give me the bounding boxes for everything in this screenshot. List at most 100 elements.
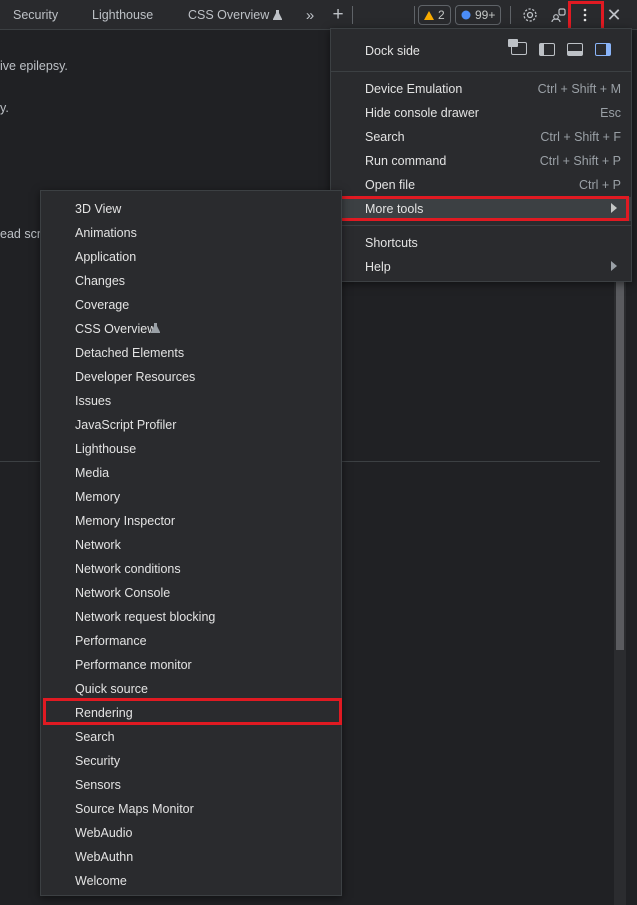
tab-lighthouse[interactable]: Lighthouse (92, 8, 153, 22)
gear-icon[interactable] (520, 5, 540, 25)
menu-separator (331, 225, 631, 226)
submenu-item-label: Memory (75, 490, 121, 504)
menu-item-label: Device Emulation (365, 82, 463, 96)
menu-item-shortcuts[interactable]: Shortcuts (331, 231, 631, 255)
submenu-item-quick-source[interactable]: Quick source (41, 677, 341, 701)
people-icon[interactable] (548, 5, 568, 25)
submenu-item-label: Network request blocking (75, 610, 216, 624)
menu-item-shortcut: Ctrl + Shift + M (537, 82, 621, 96)
issues-badge[interactable]: 99+ (455, 5, 502, 25)
submenu-item-webauthn[interactable]: WebAuthn (41, 845, 341, 869)
submenu-item-rendering[interactable]: Rendering (41, 701, 341, 725)
divider (510, 6, 511, 24)
submenu-item-memory[interactable]: Memory (41, 485, 341, 509)
warning-icon (424, 10, 434, 20)
background-text: y. (0, 101, 9, 115)
menu-item-device-emulation[interactable]: Device Emulation Ctrl + Shift + M (331, 77, 631, 101)
warnings-count: 2 (438, 8, 445, 22)
submenu-item-detached-elements[interactable]: Detached Elements (41, 341, 341, 365)
menu-item-label: Run command (365, 154, 447, 168)
submenu-item-label: Rendering (75, 706, 133, 720)
submenu-item-label: Network Console (75, 586, 171, 600)
divider (0, 461, 40, 462)
issues-count: 99+ (475, 8, 496, 22)
submenu-item-label: Source Maps Monitor (75, 802, 194, 816)
menu-item-help[interactable]: Help (331, 255, 631, 279)
submenu-item-animations[interactable]: Animations (41, 221, 341, 245)
divider (352, 6, 353, 24)
submenu-item-network-console[interactable]: Network Console (41, 581, 341, 605)
tab-css-overview[interactable]: CSS Overview (188, 8, 283, 22)
tab-security[interactable]: Security (13, 8, 58, 22)
submenu-item-changes[interactable]: Changes (41, 269, 341, 293)
submenu-item-label: CSS Overview (75, 322, 157, 336)
menu-item-label: More tools (365, 202, 424, 216)
submenu-item-label: JavaScript Profiler (75, 418, 177, 432)
submenu-item-media[interactable]: Media (41, 461, 341, 485)
submenu-item-network[interactable]: Network (41, 533, 341, 557)
submenu-item-css-overview[interactable]: CSS Overview (41, 317, 341, 341)
submenu-arrow-icon (611, 261, 617, 271)
info-icon (461, 10, 471, 20)
submenu-item-coverage[interactable]: Coverage (41, 293, 341, 317)
submenu-item-webaudio[interactable]: WebAudio (41, 821, 341, 845)
submenu-item-label: Welcome (75, 874, 127, 888)
menu-item-shortcut: Ctrl + Shift + F (540, 130, 621, 144)
background-text: ive epilepsy. (0, 59, 68, 73)
submenu-item-label: Network conditions (75, 562, 181, 576)
warnings-badge[interactable]: 2 (418, 5, 451, 25)
submenu-item-label: Animations (75, 226, 137, 240)
submenu-item-network-conditions[interactable]: Network conditions (41, 557, 341, 581)
submenu-item-performance-monitor[interactable]: Performance monitor (41, 653, 341, 677)
submenu-item-label: Memory Inspector (75, 514, 176, 528)
submenu-item-label: Security (75, 754, 121, 768)
submenu-item-label: WebAuthn (75, 850, 134, 864)
submenu-item-lighthouse[interactable]: Lighthouse (41, 437, 341, 461)
tab-bar: Security Lighthouse CSS Overview » + 2 9… (0, 0, 637, 30)
submenu-item-label: Search (75, 730, 115, 744)
menu-item-shortcut: Ctrl + P (578, 178, 621, 192)
submenu-item-issues[interactable]: Issues (41, 389, 341, 413)
menu-item-label: Shortcuts (365, 236, 418, 250)
submenu-item-security[interactable]: Security (41, 749, 341, 773)
submenu-item-performance[interactable]: Performance (41, 629, 341, 653)
submenu-item-label: Application (75, 250, 137, 264)
submenu-item-source-maps-monitor[interactable]: Source Maps Monitor (41, 797, 341, 821)
submenu-item-developer-resources[interactable]: Developer Resources (41, 365, 341, 389)
submenu-item-label: Issues (75, 394, 112, 408)
submenu-item-label: Detached Elements (75, 346, 185, 360)
menu-item-open-file[interactable]: Open file Ctrl + P (331, 173, 631, 197)
submenu-item-memory-inspector[interactable]: Memory Inspector (41, 509, 341, 533)
submenu-item-welcome[interactable]: Welcome (41, 869, 341, 893)
submenu-item-label: Developer Resources (75, 370, 196, 384)
submenu-item-label: Network (75, 538, 121, 552)
submenu-item-search[interactable]: Search (41, 725, 341, 749)
flask-icon (151, 323, 160, 333)
close-icon[interactable]: ✕ (604, 5, 624, 25)
submenu-item-label: 3D View (75, 202, 122, 216)
divider (342, 461, 600, 462)
submenu-item-javascript-profiler[interactable]: JavaScript Profiler (41, 413, 341, 437)
menu-item-run-command[interactable]: Run command Ctrl + Shift + P (331, 149, 631, 173)
submenu-arrow-icon (611, 203, 617, 213)
menu-item-search[interactable]: Search Ctrl + Shift + F (331, 125, 631, 149)
menu-item-hide-console-drawer[interactable]: Hide console drawer Esc (331, 101, 631, 125)
submenu-item-label: Quick source (75, 682, 148, 696)
menu-item-more-tools[interactable]: More tools (331, 197, 631, 221)
menu-item-label: Search (365, 130, 405, 144)
submenu-item-label: Media (75, 466, 110, 480)
submenu-item-sensors[interactable]: Sensors (41, 773, 341, 797)
dock-bottom-icon[interactable] (567, 43, 583, 56)
dock-undock-icon[interactable] (508, 39, 527, 55)
submenu-item-application[interactable]: Application (41, 245, 341, 269)
submenu-item-3d-view[interactable]: 3D View (41, 197, 341, 221)
dock-left-icon[interactable] (539, 43, 555, 56)
submenu-item-network-request-blocking[interactable]: Network request blocking (41, 605, 341, 629)
dock-right-icon[interactable] (595, 43, 611, 56)
chevron-double-right-icon[interactable]: » (300, 5, 320, 25)
menu-item-label: Help (365, 260, 391, 274)
submenu-item-label: Performance (75, 634, 147, 648)
menu-item-shortcut: Esc (600, 106, 621, 120)
vertical-ellipsis-icon[interactable] (575, 5, 595, 25)
plus-icon[interactable]: + (328, 4, 348, 25)
